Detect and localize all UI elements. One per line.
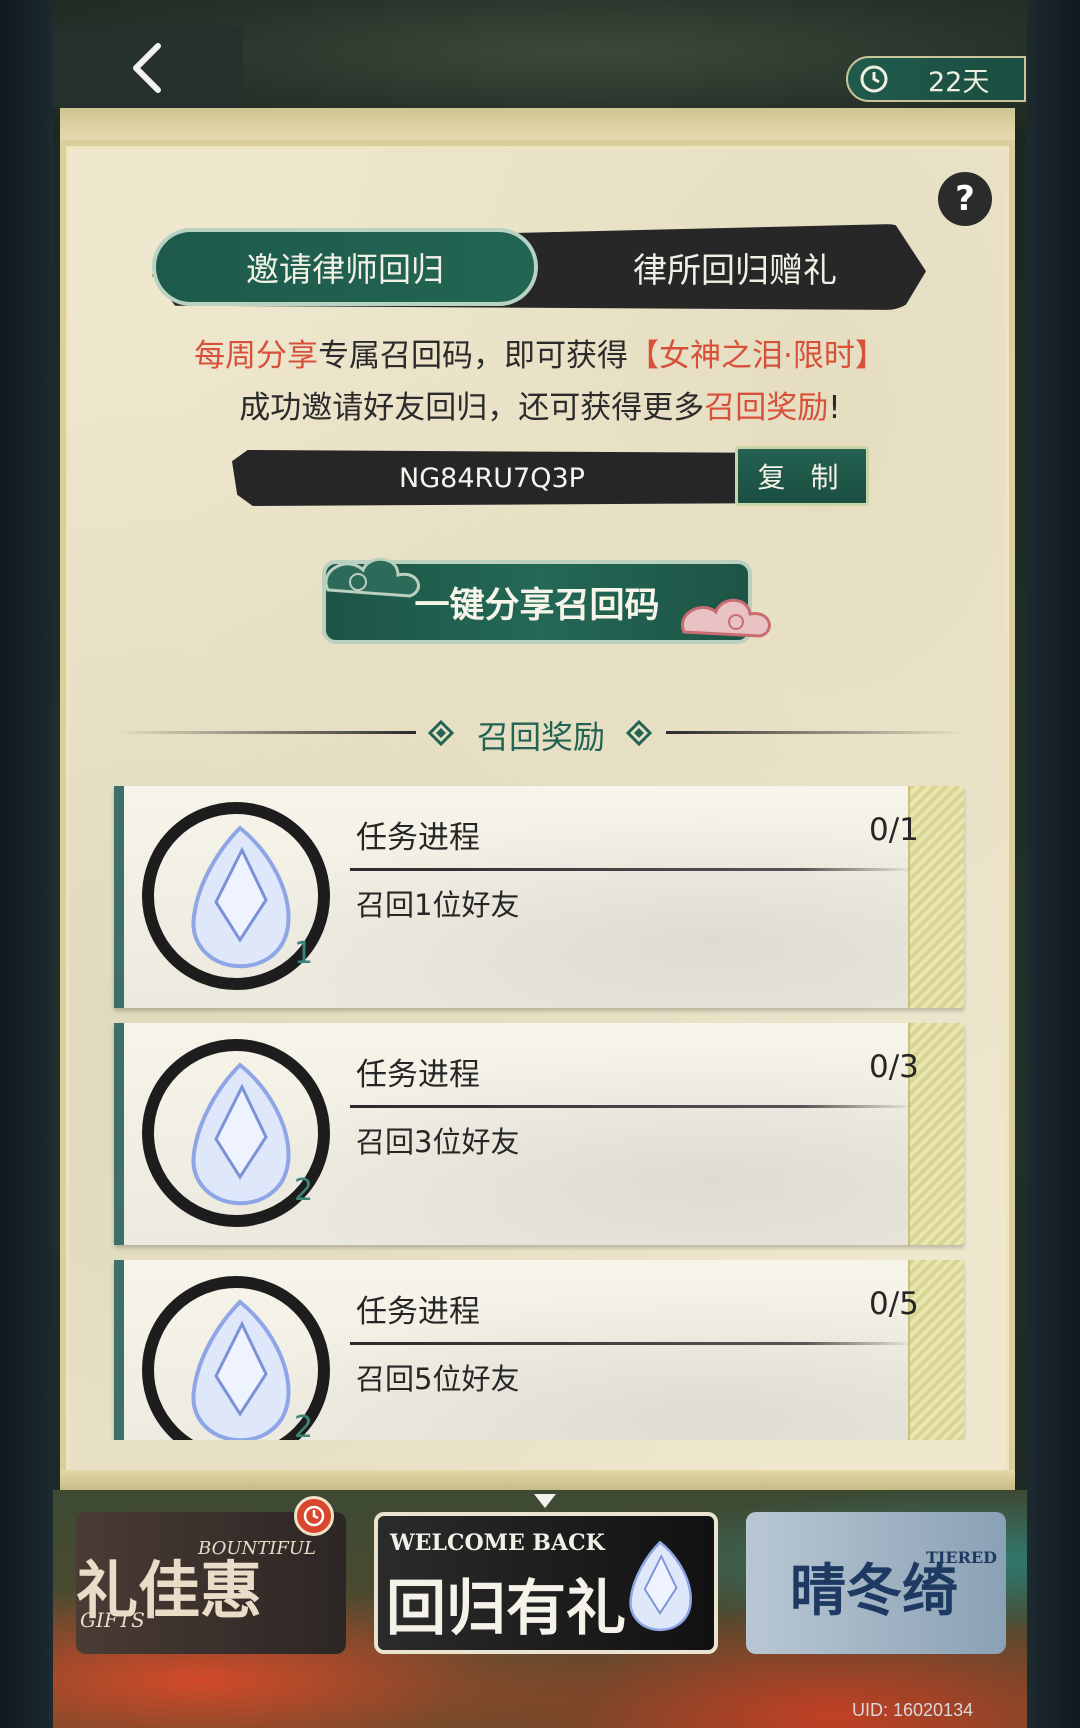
- task-description: 召回1位好友: [356, 888, 520, 922]
- clock-icon: [303, 1505, 325, 1527]
- banner-winter[interactable]: 晴冬绮 TIERED P: [746, 1512, 1006, 1654]
- card-divider: [350, 868, 915, 871]
- recall-code-field: NG84RU7Q3P: [232, 450, 752, 506]
- rewards-title: 召回奖励: [476, 718, 605, 756]
- banner-subtitle: TIERED P: [926, 1548, 997, 1586]
- task-card: 2 任务进程 0/3 召回3位好友: [114, 1023, 964, 1245]
- goddess-tear-gem-icon[interactable]: [180, 1059, 300, 1209]
- task-description: 召回5位好友: [356, 1362, 520, 1396]
- banner-subtitle: GIFTS: [80, 1608, 145, 1632]
- reward-quantity: 2: [294, 1173, 314, 1208]
- share-label: 一键分享召回码: [414, 585, 660, 626]
- tab-return-gift[interactable]: 律所回归赠礼: [560, 228, 910, 306]
- help-button[interactable]: ?: [938, 172, 992, 226]
- user-id: UID: 16020134: [852, 1700, 974, 1720]
- description-line-2: 成功邀请好友回归，还可获得更多召回奖励!: [110, 382, 970, 434]
- rewards-divider: 召回奖励: [116, 712, 966, 756]
- task-description: 召回3位好友: [356, 1125, 520, 1159]
- chevron-left-icon: [133, 43, 161, 93]
- description-text: !: [828, 390, 841, 426]
- back-button[interactable]: [53, 26, 243, 110]
- tab-label: 律所回归赠礼: [633, 250, 837, 291]
- invite-description: 每周分享专属召回码，即可获得【女神之泪·限时】 成功邀请好友回归，还可获得更多召…: [110, 330, 970, 434]
- cloud-ornament-icon: [324, 557, 420, 598]
- tab-invite-lawyer[interactable]: 邀请律师回归: [152, 228, 538, 306]
- highlight-text: 每周分享: [194, 338, 319, 374]
- clock-icon: [860, 65, 888, 93]
- goddess-tear-gem-icon[interactable]: [180, 822, 300, 972]
- card-divider: [350, 1105, 915, 1108]
- description-text: 专属召回码，即可获得: [318, 338, 629, 374]
- copy-button[interactable]: 复 制: [735, 446, 869, 506]
- highlight-text: 【女神之泪·限时】: [628, 338, 886, 374]
- task-title: 任务进程: [356, 1294, 480, 1330]
- task-progress: 0/3: [869, 1049, 919, 1085]
- task-card: 1 任务进程 0/1 召回1位好友: [114, 786, 964, 1008]
- recall-code-value: NG84RU7Q3P: [399, 462, 585, 494]
- banner-title: 回归有礼: [386, 1574, 626, 1644]
- description-text: 成功邀请好友回归，还可获得更多: [239, 390, 705, 426]
- description-line-1: 每周分享专属召回码，即可获得【女神之泪·限时】: [110, 330, 970, 382]
- task-title: 任务进程: [356, 820, 480, 856]
- goddess-tear-gem-icon: [629, 1540, 692, 1632]
- scroll-top-band: [60, 108, 1015, 144]
- task-progress: 0/5: [869, 1286, 919, 1322]
- task-title: 任务进程: [356, 1057, 480, 1093]
- diamond-ornament-icon: [626, 720, 652, 746]
- reward-quantity: 1: [294, 936, 314, 971]
- card-divider: [350, 1342, 915, 1345]
- banner-subtitle: WELCOME BACK: [390, 1530, 605, 1556]
- reward-quantity: 2: [294, 1410, 314, 1440]
- expand-arrow-icon[interactable]: [534, 1494, 556, 1508]
- tab-label: 邀请律师回归: [246, 250, 444, 289]
- copy-label: 复 制: [757, 461, 847, 494]
- cloud-ornament-icon: [681, 598, 771, 638]
- help-icon: ?: [955, 179, 975, 219]
- task-progress: 0/1: [869, 812, 919, 848]
- divider-line: [666, 731, 966, 734]
- left-border: [0, 0, 53, 1728]
- task-card: 2 任务进程 0/5 召回5位好友: [114, 1260, 964, 1440]
- right-border: [1027, 0, 1080, 1728]
- banner-subtitle: BOUNTIFUL: [198, 1538, 316, 1559]
- event-timer: 22天: [846, 56, 1026, 102]
- highlight-text: 召回奖励: [704, 390, 829, 426]
- timer-badge: [294, 1496, 334, 1536]
- timer-text: 22天: [928, 66, 990, 98]
- banner-welcome-back[interactable]: WELCOME BACK 回归有礼: [374, 1512, 718, 1654]
- goddess-tear-gem-icon[interactable]: [180, 1296, 300, 1440]
- scroll-clip: 2 任务进程 0/5 召回5位好友: [108, 1260, 968, 1440]
- app-frame: 22天 ? 邀请律师回归 律所回归赠礼 每周分享专属召回码，即可获得【女神之泪·…: [0, 0, 1080, 1728]
